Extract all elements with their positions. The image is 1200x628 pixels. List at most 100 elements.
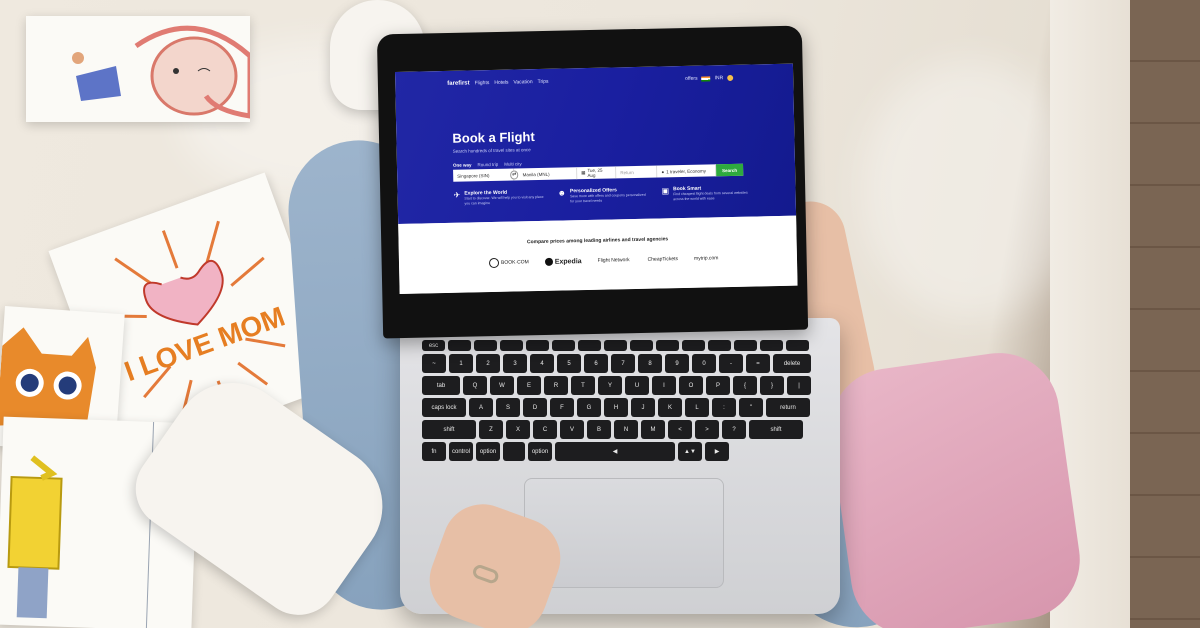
- to-field[interactable]: Manila (MNL): [518, 167, 578, 181]
- keyboard-key[interactable]: 2: [476, 354, 500, 373]
- keyboard-key[interactable]: E: [517, 376, 541, 395]
- keyboard-key[interactable]: D: [523, 398, 547, 417]
- keyboard-key[interactable]: 0: [692, 354, 716, 373]
- keyboard-key[interactable]: V: [560, 420, 584, 439]
- keyboard-key[interactable]: [500, 340, 523, 351]
- keyboard-key[interactable]: F: [550, 398, 574, 417]
- keyboard-key[interactable]: [760, 340, 783, 351]
- nav-link-trips[interactable]: Trips: [538, 79, 549, 85]
- keyboard-key[interactable]: K: [658, 398, 682, 417]
- keyboard-key[interactable]: esc: [422, 340, 445, 351]
- search-button[interactable]: Search: [715, 163, 744, 177]
- keyboard-key[interactable]: I: [652, 376, 676, 395]
- user-icon: ●: [661, 168, 665, 174]
- keyboard-key[interactable]: Y: [598, 376, 622, 395]
- return-field[interactable]: Return: [616, 165, 658, 179]
- keyboard-key[interactable]: [656, 340, 679, 351]
- keyboard-key[interactable]: 3: [503, 354, 527, 373]
- keyboard-key[interactable]: option: [528, 442, 552, 461]
- keyboard-key[interactable]: 9: [665, 354, 689, 373]
- from-field[interactable]: Singapore (SIN): [453, 168, 514, 182]
- keyboard-key[interactable]: [604, 340, 627, 351]
- keyboard-key[interactable]: H: [604, 398, 628, 417]
- date-field[interactable]: ▦ Tue, 25 Aug: [577, 166, 617, 180]
- keyboard-key[interactable]: [552, 340, 575, 351]
- keyboard-key[interactable]: [630, 340, 653, 351]
- keyboard-key[interactable]: Z: [479, 420, 503, 439]
- keyboard-key[interactable]: J: [631, 398, 655, 417]
- keyboard-key[interactable]: -: [719, 354, 743, 373]
- passengers-field[interactable]: ● 1 traveler, Economy: [657, 164, 717, 178]
- keyboard-key[interactable]: [448, 340, 471, 351]
- offers-link[interactable]: offers: [685, 76, 698, 82]
- keyboard-key[interactable]: L: [685, 398, 709, 417]
- keyboard-key[interactable]: ~: [422, 354, 446, 373]
- keyboard-key[interactable]: O: [679, 376, 703, 395]
- currency-label[interactable]: INR: [715, 75, 724, 81]
- keyboard-key[interactable]: <: [668, 420, 692, 439]
- keyboard-key[interactable]: shift: [749, 420, 803, 439]
- keyboard-key[interactable]: 7: [611, 354, 635, 373]
- ticket-icon: ▣: [661, 186, 670, 196]
- keyboard-key[interactable]: control: [449, 442, 473, 461]
- keyboard-key[interactable]: 1: [449, 354, 473, 373]
- keyboard-key[interactable]: }: [760, 376, 784, 395]
- keyboard-key[interactable]: M: [641, 420, 665, 439]
- keyboard-key[interactable]: ": [739, 398, 763, 417]
- keyboard-key[interactable]: G: [577, 398, 601, 417]
- keyboard-key[interactable]: [578, 340, 601, 351]
- keyboard-key[interactable]: C: [533, 420, 557, 439]
- keyboard-key[interactable]: return: [766, 398, 810, 417]
- keyboard-key[interactable]: shift: [422, 420, 476, 439]
- tab-one-way[interactable]: One way: [453, 162, 472, 167]
- keyboard-key[interactable]: |: [787, 376, 811, 395]
- keyboard-key[interactable]: ◀: [555, 442, 675, 461]
- keyboard-key[interactable]: ?: [722, 420, 746, 439]
- keyboard-key[interactable]: 4: [530, 354, 554, 373]
- keyboard-key[interactable]: T: [571, 376, 595, 395]
- keyboard-key[interactable]: R: [544, 376, 568, 395]
- keyboard-key[interactable]: X: [506, 420, 530, 439]
- keyboard-key[interactable]: 5: [557, 354, 581, 373]
- keyboard: esc ~1 2 3 4 5 6 7 8 9 0- = delete tab Q W E R T Y U I O P{} | ca…: [422, 340, 814, 480]
- keyboard-key[interactable]: >: [695, 420, 719, 439]
- keyboard-key[interactable]: ▶: [705, 442, 729, 461]
- avatar[interactable]: [727, 74, 734, 82]
- keyboard-key[interactable]: 8: [638, 354, 662, 373]
- keyboard-key[interactable]: N: [614, 420, 638, 439]
- tab-round-trip[interactable]: Round trip: [477, 162, 498, 167]
- keyboard-key[interactable]: Q: [463, 376, 487, 395]
- keyboard-key[interactable]: P: [706, 376, 730, 395]
- from-value: Singapore (SIN): [457, 172, 490, 179]
- nav-link-hotels[interactable]: Hotels: [494, 80, 508, 86]
- keyboard-key[interactable]: [734, 340, 757, 351]
- keyboard-key[interactable]: [474, 340, 497, 351]
- keyboard-key[interactable]: U: [625, 376, 649, 395]
- keyboard-key[interactable]: ▲▼: [678, 442, 702, 461]
- keyboard-key[interactable]: delete: [773, 354, 811, 373]
- keyboard-key[interactable]: 6: [584, 354, 608, 373]
- keyboard-key[interactable]: =: [746, 354, 770, 373]
- date-value: Tue, 25 Aug: [587, 167, 603, 178]
- keyboard-key[interactable]: caps lock: [422, 398, 466, 417]
- keyboard-key[interactable]: :: [712, 398, 736, 417]
- tab-multi-city[interactable]: Multi city: [504, 161, 522, 166]
- keyboard-key[interactable]: {: [733, 376, 757, 395]
- nav-link-vacation[interactable]: Vacation: [513, 79, 532, 85]
- keyboard-key[interactable]: A: [469, 398, 493, 417]
- site-logo[interactable]: farefirst: [447, 80, 469, 86]
- keyboard-key[interactable]: W: [490, 376, 514, 395]
- keyboard-key[interactable]: [503, 442, 525, 461]
- nav-link-flights[interactable]: Flights: [475, 80, 490, 86]
- keyboard-key[interactable]: [682, 340, 705, 351]
- swap-icon[interactable]: ⇄: [509, 169, 519, 180]
- keyboard-key[interactable]: [526, 340, 549, 351]
- keyboard-key[interactable]: [786, 340, 809, 351]
- keyboard-key[interactable]: B: [587, 420, 611, 439]
- keyboard-key[interactable]: tab: [422, 376, 460, 395]
- keyboard-key[interactable]: [708, 340, 731, 351]
- india-flag-icon[interactable]: [701, 75, 711, 82]
- keyboard-key[interactable]: S: [496, 398, 520, 417]
- keyboard-key[interactable]: option: [476, 442, 500, 461]
- keyboard-key[interactable]: fn: [422, 442, 446, 461]
